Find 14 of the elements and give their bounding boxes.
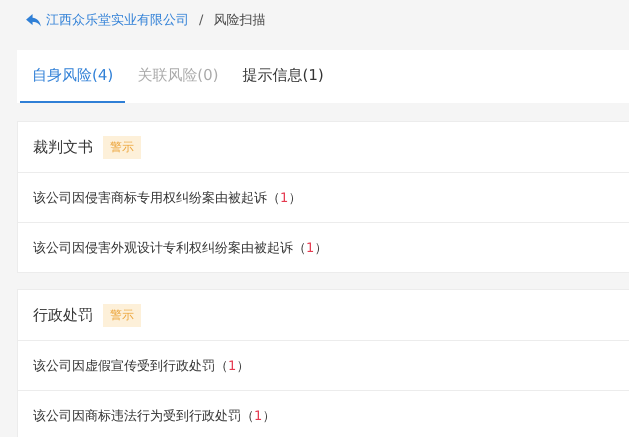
- risk-item[interactable]: 该公司因商标违法行为受到行政处罚（1）: [33, 406, 276, 424]
- breadcrumb-separator: /: [199, 12, 204, 28]
- risk-item[interactable]: 该公司因虚假宣传受到行政处罚（1）: [33, 356, 250, 374]
- back-arrow-icon[interactable]: [26, 14, 41, 26]
- back-link[interactable]: 江西众乐堂实业有限公司: [26, 11, 189, 29]
- risk-item[interactable]: 该公司因侵害商标专用权纠纷案由被起诉（1）: [33, 188, 302, 206]
- risk-item[interactable]: 该公司因侵害外观设计专利权纠纷案由被起诉（1）: [33, 238, 328, 256]
- tab[interactable]: 提示信息(1): [230, 50, 336, 103]
- warning-tag: 警示: [103, 304, 141, 326]
- section-title: 裁判文书: [33, 138, 93, 156]
- tab[interactable]: 自身风险(4): [20, 50, 126, 103]
- warning-tag: 警示: [103, 136, 141, 158]
- breadcrumb-current: 风险扫描: [213, 12, 266, 29]
- section-title: 行政处罚: [33, 306, 93, 324]
